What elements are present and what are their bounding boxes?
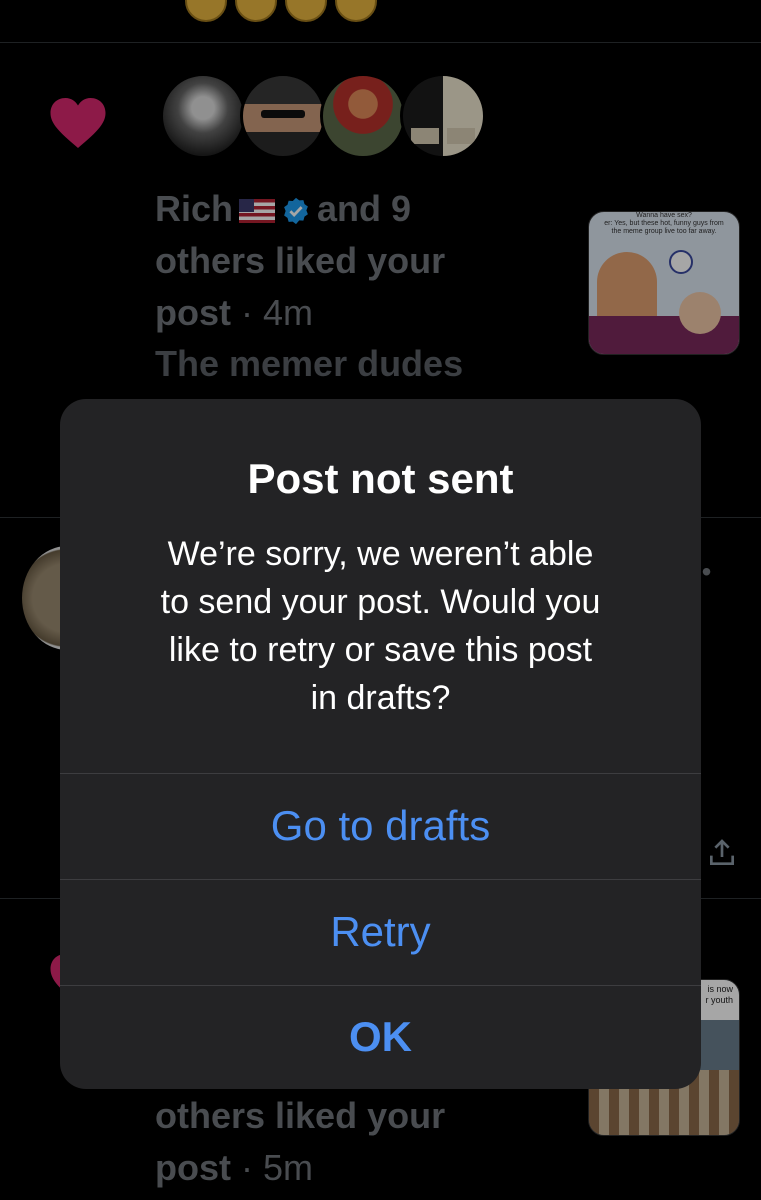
ok-button[interactable]: OK <box>60 985 701 1089</box>
go-to-drafts-button[interactable]: Go to drafts <box>60 773 701 879</box>
dialog-title: Post not sent <box>247 455 514 502</box>
retry-button[interactable]: Retry <box>60 879 701 985</box>
dialog-message: We’re sorry, we weren’t able to send you… <box>160 535 601 717</box>
